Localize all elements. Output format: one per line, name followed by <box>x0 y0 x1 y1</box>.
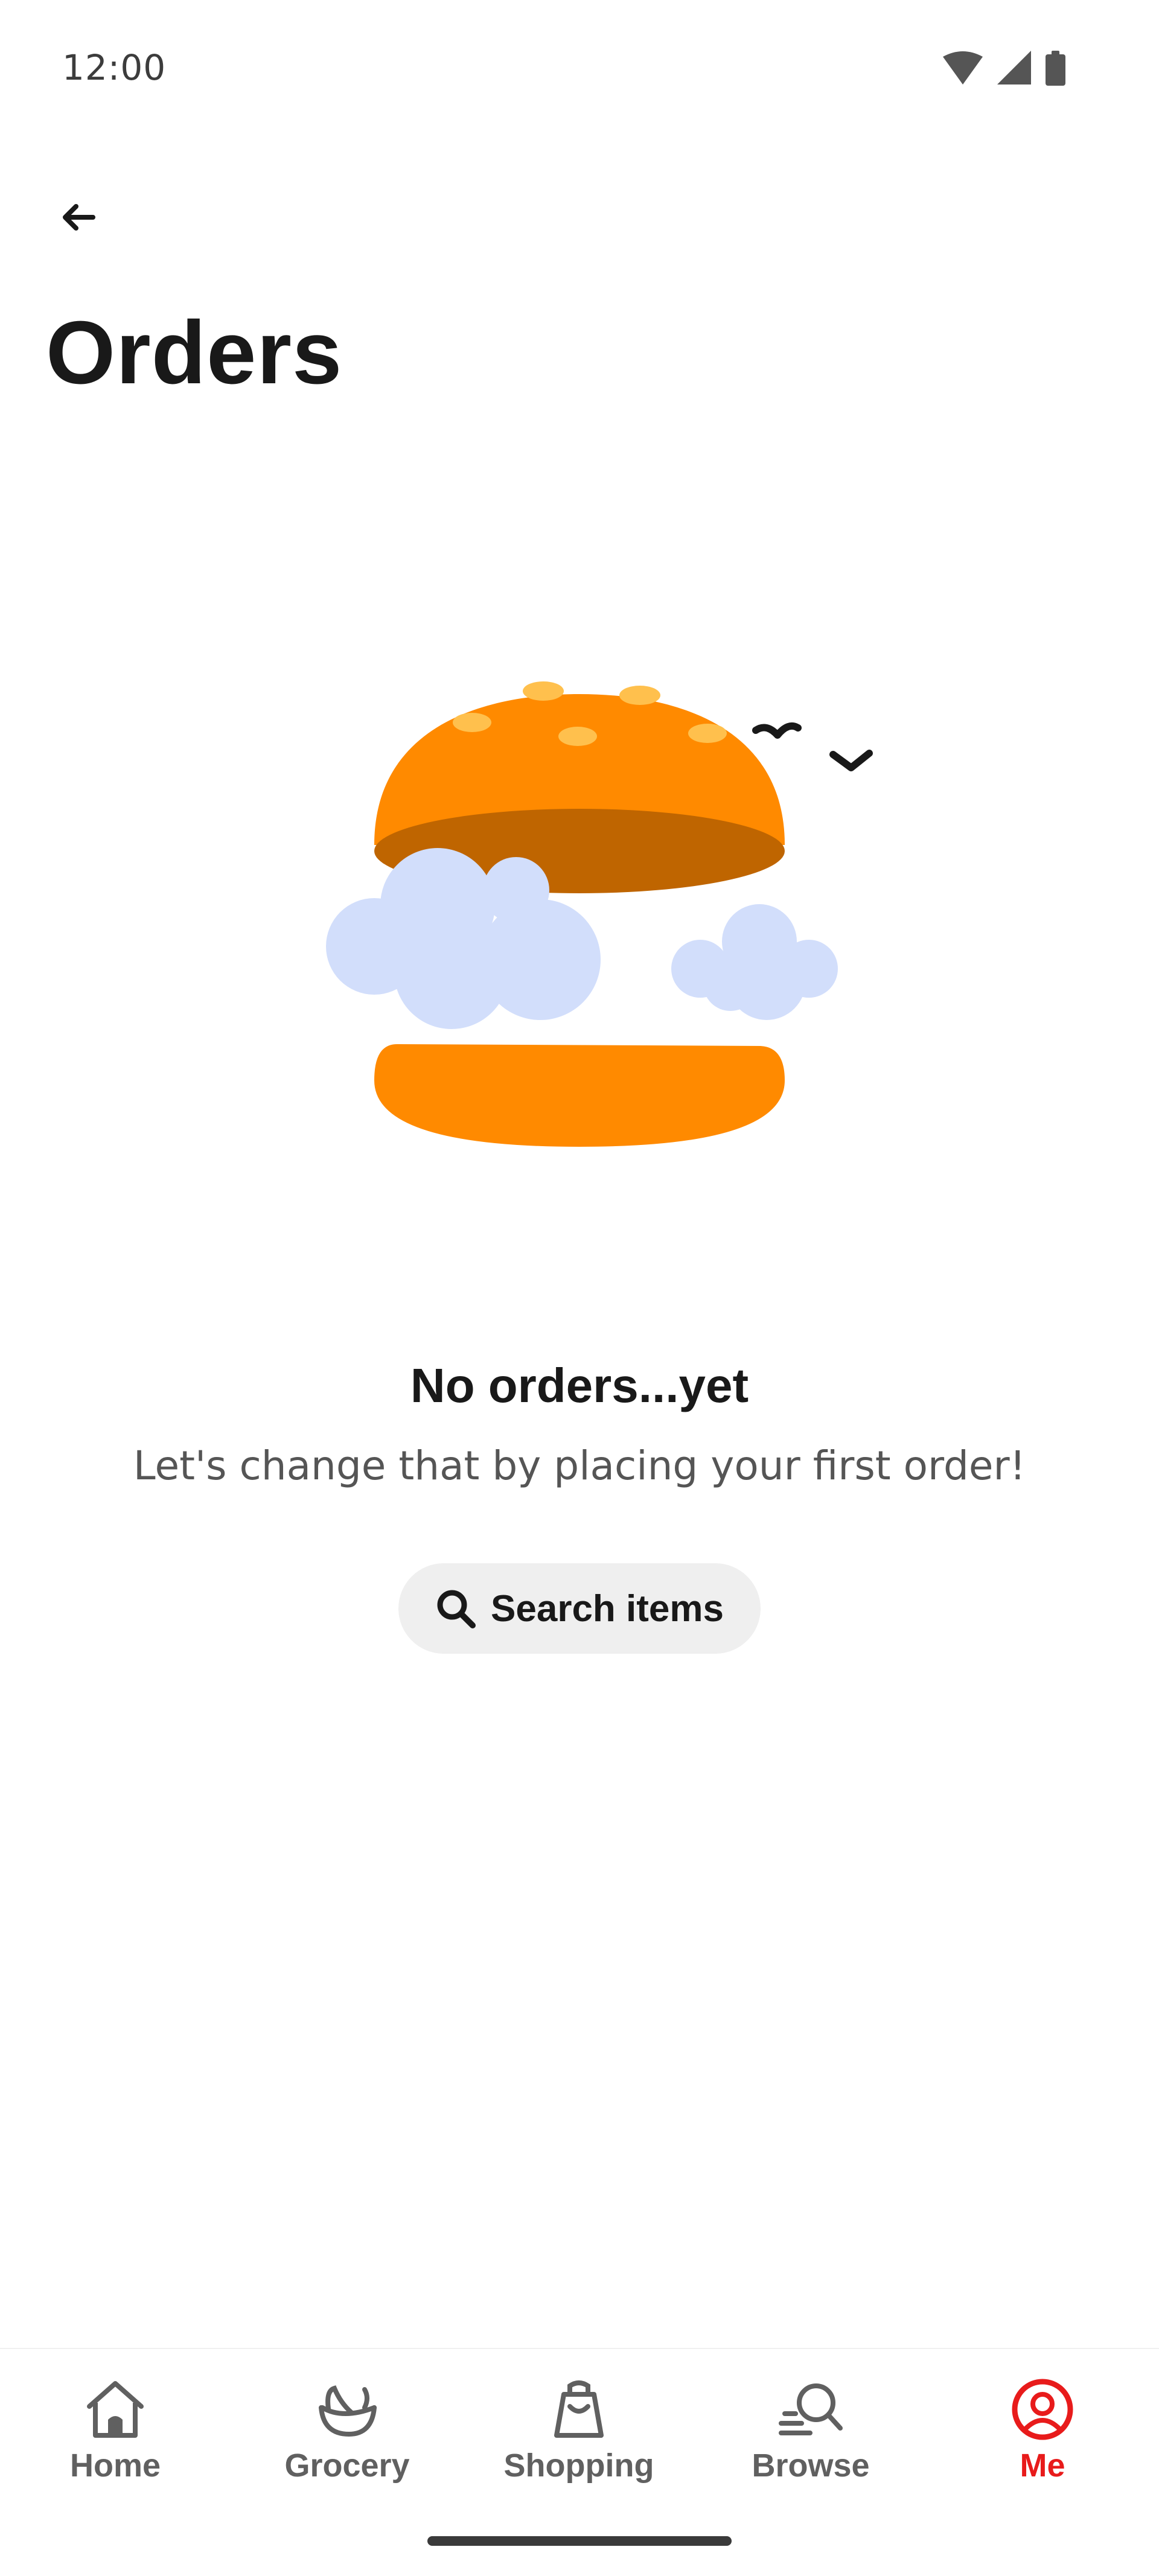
nav-label-me: Me <box>1020 2447 1065 2484</box>
nav-item-grocery[interactable]: Grocery <box>238 2373 456 2506</box>
nav-item-home[interactable]: Home <box>7 2373 224 2506</box>
empty-state-subtitle: Let's change that by placing your first … <box>133 1443 1026 1489</box>
cloud-right <box>671 904 838 1020</box>
nav-label-grocery: Grocery <box>284 2447 410 2484</box>
nav-label-shopping: Shopping <box>503 2447 654 2484</box>
status-icons <box>942 49 1081 92</box>
profile-icon <box>1006 2373 1079 2446</box>
empty-state-title: No orders...yet <box>410 1359 749 1412</box>
search-icon <box>437 1590 476 1628</box>
grocery-bowl-icon <box>311 2373 383 2446</box>
shopping-bag-icon <box>543 2373 615 2446</box>
browse-search-icon <box>774 2373 847 2446</box>
page-title: Orders <box>46 303 343 403</box>
nav-item-shopping[interactable]: Shopping <box>470 2373 688 2506</box>
cellular-signal-icon <box>997 51 1031 84</box>
birds <box>752 722 873 771</box>
nav-item-browse[interactable]: Browse <box>702 2373 919 2506</box>
wifi-icon <box>943 51 983 84</box>
bottom-navigation: Home Grocery Shopping Browse Me <box>0 2348 1159 2576</box>
nav-item-me[interactable]: Me <box>934 2373 1151 2506</box>
home-icon <box>79 2373 152 2446</box>
empty-orders-illustration <box>308 664 881 1165</box>
battery-icon <box>1046 51 1065 86</box>
nav-label-home: Home <box>69 2447 161 2484</box>
back-button[interactable] <box>48 187 109 247</box>
status-time: 12:00 <box>62 47 167 88</box>
nav-label-browse: Browse <box>752 2447 870 2484</box>
status-bar: 12:00 <box>0 0 1159 139</box>
arrow-left-icon <box>63 204 95 231</box>
search-items-label: Search items <box>491 1587 724 1630</box>
home-indicator[interactable] <box>427 2536 732 2546</box>
search-items-button[interactable]: Search items <box>398 1563 761 1654</box>
